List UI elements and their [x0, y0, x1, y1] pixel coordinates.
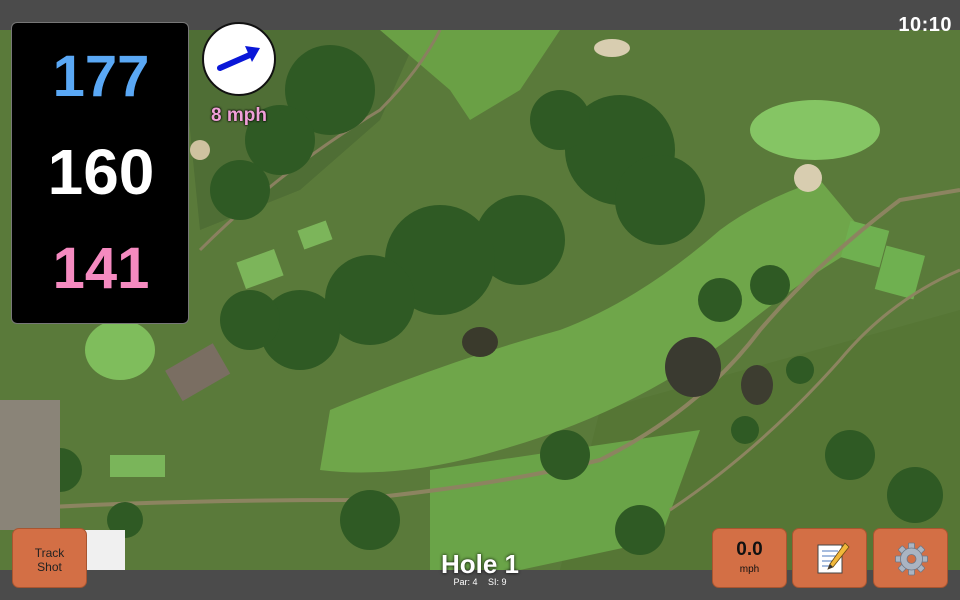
back-distance: 177 — [52, 44, 150, 109]
notes-button[interactable] — [792, 528, 867, 588]
hole-stroke-index: SI: 9 — [488, 577, 507, 587]
arrow-icon — [217, 46, 260, 71]
pond — [741, 365, 773, 405]
pond — [462, 327, 498, 357]
track-shot-label-line1: Track — [34, 546, 65, 560]
wind-button-value: 0.0 — [736, 539, 763, 560]
front-distance: 141 — [52, 236, 150, 301]
bunker — [190, 140, 210, 160]
bunker — [794, 164, 822, 192]
hole-title: Hole 1 — [440, 549, 520, 579]
green — [85, 320, 155, 380]
bunker — [594, 39, 630, 57]
track-shot-button[interactable]: Track Shot — [12, 528, 87, 588]
middle-distance: 160 — [47, 136, 155, 208]
clubhouse-building — [0, 400, 60, 530]
green — [750, 100, 880, 160]
notepad-icon — [817, 542, 850, 574]
hole-par: Par: 4 — [453, 577, 478, 587]
wind-speed-label: 8 mph — [211, 105, 267, 126]
building — [85, 530, 125, 570]
gear-icon — [895, 542, 928, 576]
tee-box — [110, 455, 165, 477]
pond — [665, 337, 721, 397]
wind-direction-indicator — [202, 22, 276, 96]
wind-button-unit: mph — [739, 564, 760, 575]
wind-speed-button[interactable]: 0.0 mph — [712, 528, 787, 588]
clock: 10:10 — [898, 14, 952, 36]
track-shot-label-line2: Shot — [37, 560, 62, 574]
settings-button[interactable] — [873, 528, 948, 588]
distance-panel: 177 160 141 — [11, 22, 189, 324]
hole-info: Par: 4 SI: 9 — [380, 577, 580, 587]
gps-screen: 10:10 177 160 141 8 mph Track Shot Hole … — [0, 0, 960, 600]
